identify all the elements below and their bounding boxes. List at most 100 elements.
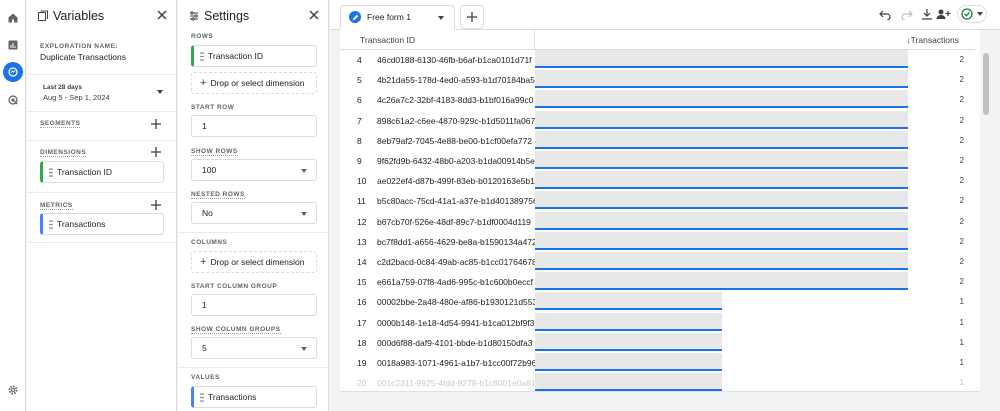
- transaction-id-cell: bc7f8dd1-a656-4629-be8a-b1590134a472: [377, 236, 535, 247]
- settings-header: Settings: [178, 0, 328, 32]
- table-row[interactable]: 19 0018a983-1071-4961-a1b7-b1cc00f72b96 1: [340, 353, 980, 373]
- tune-icon: [188, 10, 200, 22]
- variables-icon: [37, 10, 49, 22]
- reports-icon[interactable]: [3, 35, 23, 55]
- metric-chip-transactions[interactable]: Transactions: [40, 213, 164, 235]
- table-row[interactable]: 6 4c26a7c2-32bf-4183-8dd3-b1bf016a99c0 2: [340, 90, 980, 110]
- column-header-transaction-id[interactable]: Transaction ID: [340, 30, 535, 50]
- value-bar: [535, 332, 722, 351]
- transaction-id-cell: b67cb70f-526e-48df-89c7-b1df0004d119: [377, 216, 531, 227]
- tab-label: Free form 1: [367, 12, 411, 22]
- row-index: 13: [357, 236, 367, 247]
- rows-dimension-chip[interactable]: Transaction ID: [191, 45, 317, 67]
- transaction-id-cell: e661a759-07f8-4ad6-995c-b1c600b0eccf: [377, 277, 533, 288]
- table-row[interactable]: 20 001c2311-9925-4fdd-8278-b1c8001e0a81 1: [340, 373, 980, 391]
- show-rows-select[interactable]: 100: [191, 159, 317, 181]
- rows-drop-label: Drop or select dimension: [210, 78, 305, 88]
- drag-handle-icon[interactable]: [49, 168, 53, 177]
- rows-dimension-label: Transaction ID: [208, 51, 263, 61]
- download-icon[interactable]: [921, 8, 933, 20]
- transaction-id-cell: 001c2311-9925-4fdd-8278-b1c8001e0a81: [377, 378, 535, 389]
- table-row[interactable]: 5 4b21da55-178d-4ed0-a593-b1d70184ba55 2: [340, 70, 980, 90]
- chevron-down-icon: [301, 169, 307, 173]
- nested-rows-label: NESTED ROWS: [191, 191, 245, 199]
- transactions-cell: 2: [959, 95, 964, 105]
- undo-icon[interactable]: [879, 8, 891, 20]
- rows-drop-zone[interactable]: + Drop or select dimension: [191, 72, 317, 94]
- gear-icon[interactable]: [3, 380, 23, 400]
- advertising-icon[interactable]: [3, 90, 23, 110]
- show-column-groups-select[interactable]: 5: [191, 337, 317, 359]
- add-segment-icon[interactable]: [151, 119, 161, 129]
- column-header-transactions[interactable]: ↓Transactions: [535, 30, 975, 50]
- values-metric-chip[interactable]: Transactions: [191, 386, 317, 408]
- transaction-id-cell: 0018a983-1071-4961-a1b7-b1cc00f72b96: [377, 358, 535, 368]
- nested-rows-select[interactable]: No: [191, 202, 317, 224]
- status-menu-button[interactable]: [957, 5, 987, 23]
- table-row[interactable]: 18 000d6f88-daf9-4101-bbde-b1d80150dfa3 1: [340, 332, 980, 353]
- table-row[interactable]: 4 46cd0188-6130-46fb-b6af-b1ca0101d71f 2: [340, 50, 980, 70]
- transaction-id-cell: b5c80acc-75cd-41a1-a37e-b1d401389756: [377, 196, 535, 207]
- close-icon[interactable]: [308, 9, 320, 21]
- transactions-cell: 1: [959, 358, 964, 367]
- metrics-label: METRICS: [40, 202, 73, 210]
- add-tab-button[interactable]: [460, 5, 484, 29]
- table-row[interactable]: 8 8eb79af2-7045-4e88-be00-b1cf00efa772 2: [340, 130, 980, 151]
- settings-panel: Settings ROWS Transaction ID + Drop or s…: [178, 0, 329, 411]
- explore-icon[interactable]: [3, 62, 23, 82]
- columns-drop-zone[interactable]: + Drop or select dimension: [191, 251, 317, 273]
- table-row[interactable]: 17 0000b148-1e18-4d54-9941-b1ca012bf9f3 1: [340, 312, 980, 333]
- transactions-cell: 2: [959, 135, 964, 145]
- row-index: 19: [357, 358, 367, 368]
- plus-icon: [467, 12, 477, 22]
- drag-handle-icon[interactable]: [200, 393, 204, 402]
- row-index: 11: [357, 196, 366, 207]
- close-icon[interactable]: [156, 9, 168, 21]
- exploration-name[interactable]: Duplicate Transactions: [40, 52, 126, 62]
- table-row[interactable]: 9 9f62fd9b-6432-48b0-a203-b1da00914b5e 2: [340, 151, 980, 171]
- table-row[interactable]: 12 b67cb70f-526e-48df-89c7-b1df0004d119 2: [340, 211, 980, 232]
- chevron-down-icon[interactable]: [438, 16, 444, 20]
- table-row[interactable]: 7 898c61a2-c6ee-4870-929c-b1d5011fa067 2: [340, 110, 980, 131]
- dimension-chip-transaction-id[interactable]: Transaction ID: [40, 161, 164, 183]
- transactions-cell: 2: [959, 75, 964, 85]
- free-form-table: Transaction ID ↓Transactions 4 46cd0188-6…: [340, 30, 980, 392]
- value-bar: [535, 312, 722, 331]
- value-bar: [535, 231, 908, 250]
- value-bar: [535, 50, 908, 68]
- start-row-label: START ROW: [191, 104, 235, 111]
- row-index: 16: [357, 297, 367, 308]
- row-index: 15: [357, 277, 367, 288]
- table-row[interactable]: 14 c2d2bacd-0c84-49ab-ac85-b1cc01764678 2: [340, 252, 980, 272]
- columns-label: COLUMNS: [191, 239, 228, 246]
- variables-title: Variables: [53, 9, 105, 23]
- value-bar: [535, 130, 908, 149]
- drag-handle-icon[interactable]: [200, 52, 204, 61]
- scrollbar-thumb[interactable]: [983, 53, 989, 115]
- add-dimension-icon[interactable]: [151, 147, 161, 157]
- settings-title: Settings: [204, 9, 250, 23]
- table-row[interactable]: 10 ae022ef4-d87b-499f-83eb-b0120163e5b1 2: [340, 171, 980, 191]
- show-rows-value: 100: [202, 165, 217, 175]
- table-row[interactable]: 11 b5c80acc-75cd-41a1-a37e-b1d401389756 2: [340, 191, 980, 211]
- share-user-icon[interactable]: [936, 8, 951, 20]
- start-column-group-input[interactable]: 1: [191, 294, 317, 316]
- table-row[interactable]: 16 00002bbe-2a48-480e-af86-b1930121d553 1: [340, 292, 980, 312]
- table-row[interactable]: 15 e661a759-07f8-4ad6-995c-b1c600b0eccf 2: [340, 272, 980, 292]
- add-metric-icon[interactable]: [151, 200, 161, 210]
- redo-icon[interactable]: [901, 8, 913, 20]
- start-row-input[interactable]: 1: [191, 115, 317, 137]
- transactions-cell: 1: [959, 337, 964, 347]
- transaction-id-cell: 898c61a2-c6ee-4870-929c-b1d5011fa067: [377, 115, 535, 126]
- drag-handle-icon[interactable]: [49, 220, 53, 229]
- transaction-id-cell: 000d6f88-daf9-4101-bbde-b1d80150dfa3: [377, 337, 533, 348]
- home-icon[interactable]: [3, 8, 23, 28]
- date-range-picker[interactable]: Last 28 days Aug 5 - Sep 1, 2024: [37, 79, 167, 107]
- transactions-cell: 2: [959, 277, 964, 287]
- tab-free-form-1[interactable]: Free form 1: [340, 5, 455, 30]
- variables-header: Variables: [27, 0, 176, 32]
- exploration-canvas: Transaction ID ↓Transactions 4 46cd0188-6…: [330, 30, 1000, 411]
- table-row[interactable]: 13 bc7f8dd1-a656-4629-be8a-b1590134a472 2: [340, 231, 980, 252]
- row-index: 20: [357, 378, 367, 389]
- value-bar: [535, 151, 908, 169]
